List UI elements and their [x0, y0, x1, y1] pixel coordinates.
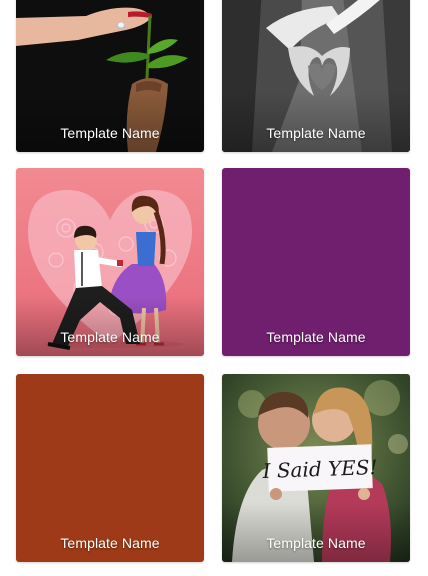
template-card[interactable]: Template Name — [16, 374, 204, 562]
template-name-label: Template Name — [60, 535, 160, 551]
template-card[interactable]: Template Name — [222, 168, 410, 356]
template-name-label: Template Name — [60, 329, 160, 345]
template-card[interactable]: Template Name — [16, 0, 204, 152]
template-card[interactable]: I Said YES! Template Name — [222, 374, 410, 562]
template-name-label: Template Name — [266, 329, 366, 345]
sign-text: I Said YES! — [261, 455, 378, 483]
template-name-label: Template Name — [266, 125, 366, 141]
label-shade — [222, 92, 410, 152]
template-card[interactable]: Template Name — [16, 168, 204, 356]
template-name-label: Template Name — [60, 125, 160, 141]
template-card[interactable]: Template Name — [222, 0, 410, 152]
solid-purple-background — [222, 168, 410, 356]
template-name-label: Template Name — [266, 535, 366, 551]
label-shade — [16, 92, 204, 152]
label-shade — [16, 296, 204, 356]
solid-rust-background — [16, 374, 204, 562]
label-shade — [222, 502, 410, 562]
